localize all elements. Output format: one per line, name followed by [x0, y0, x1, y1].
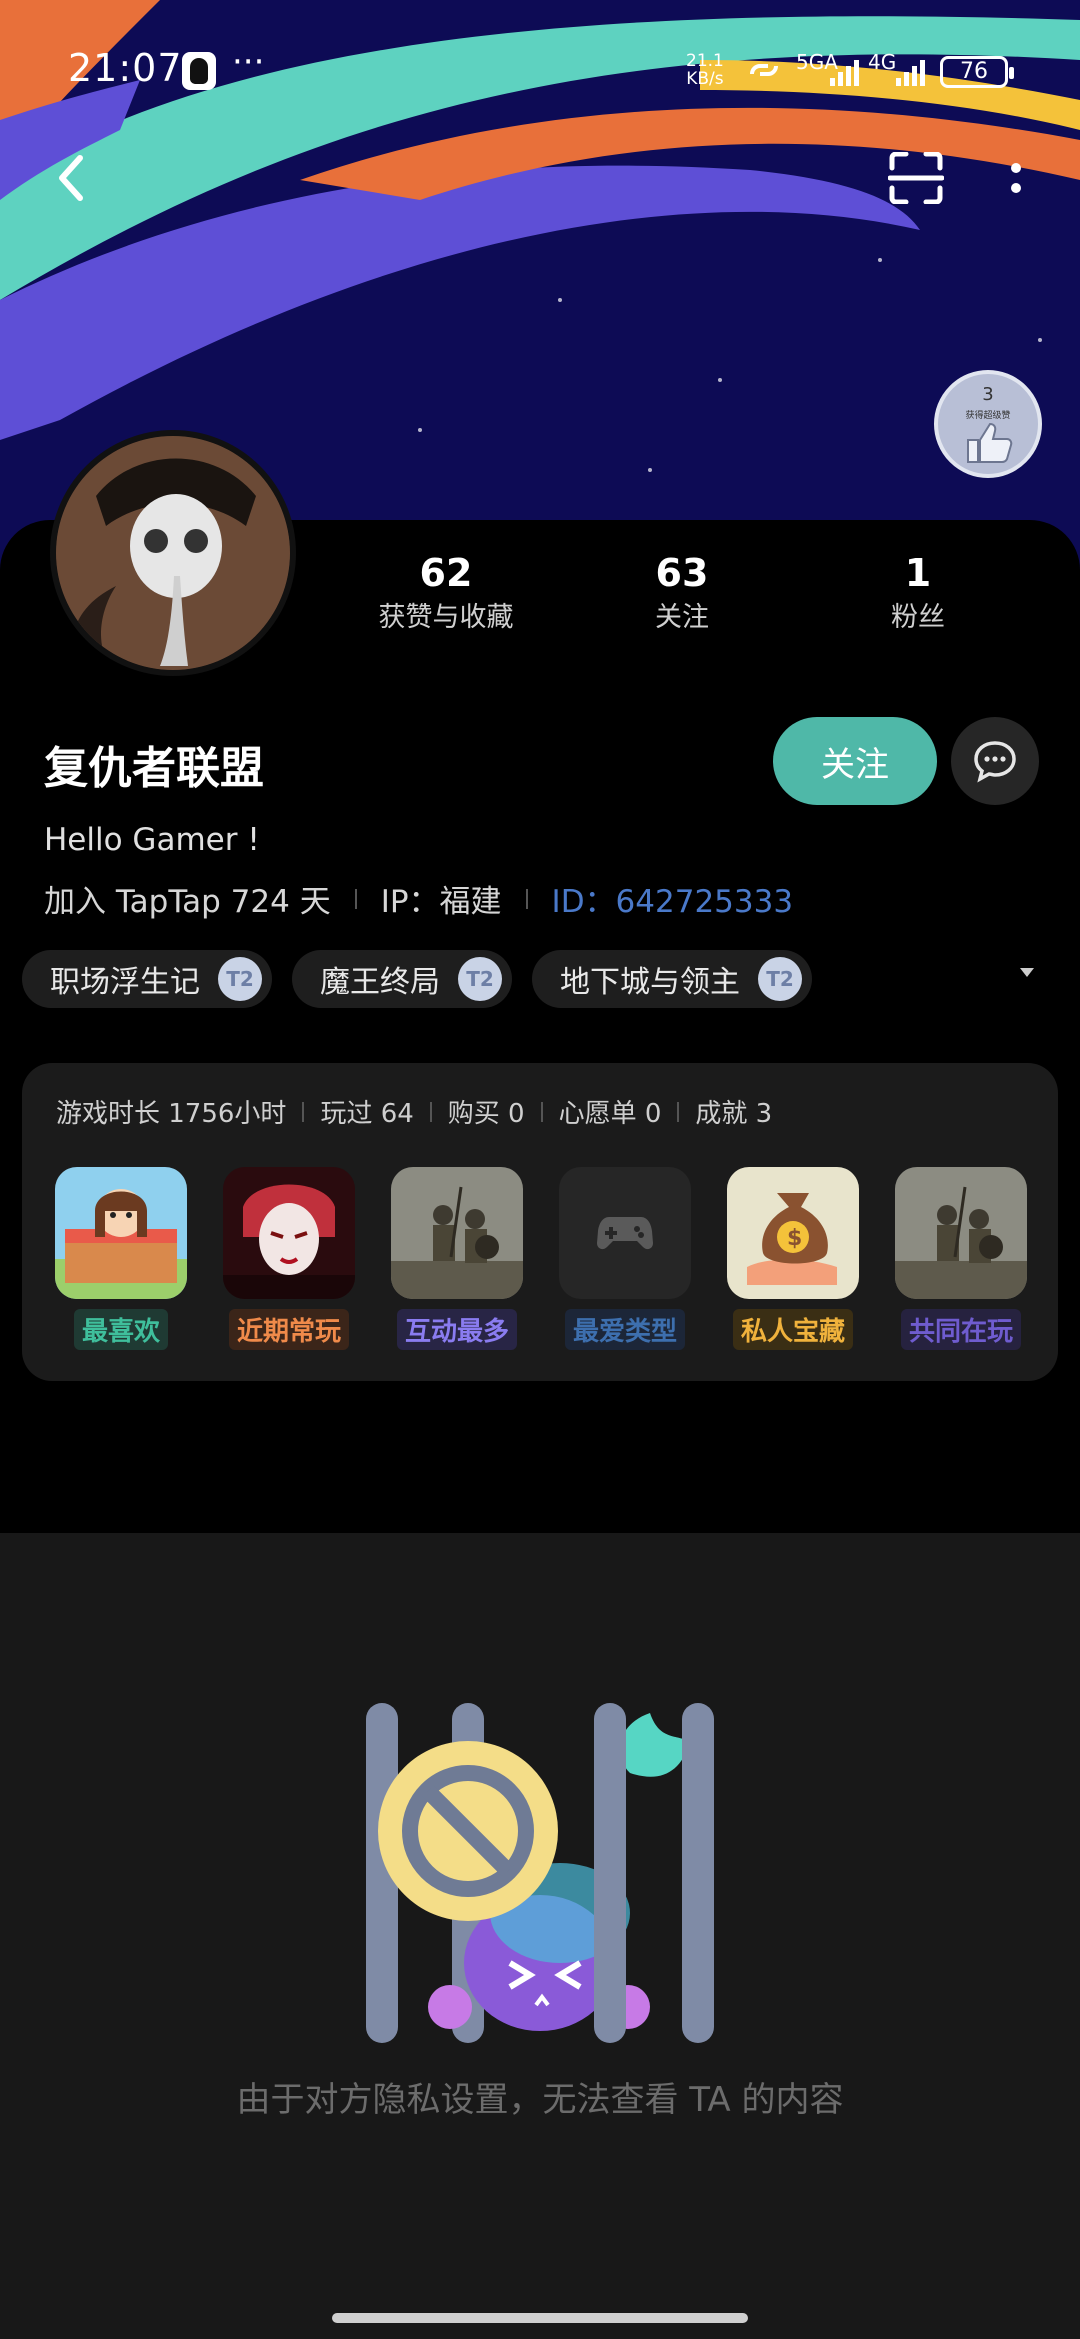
vertical-dots-icon [1011, 163, 1021, 193]
stat-likes-label: 获赞与收藏 [378, 602, 514, 633]
meta-divider [525, 888, 528, 909]
game-label: 最爱类型 [564, 1309, 685, 1350]
network-speed: 21.1 KB/s [686, 52, 724, 88]
game-label: 近期常玩 [228, 1309, 349, 1350]
user-bio: Hello Gamer ! [44, 822, 260, 858]
gamepad-icon [559, 1167, 691, 1299]
stat-likes-value: 62 [419, 551, 473, 595]
tag-label: 职场浮生记 [50, 965, 200, 1000]
money-bag-icon: $ [727, 1167, 859, 1299]
achievements-count[interactable]: 成就 3 [695, 1093, 772, 1130]
stats-divider [677, 1101, 680, 1122]
stat-followers-value: 1 [904, 551, 932, 595]
game-favorite-genre[interactable]: 最爱类型 [559, 1167, 691, 1350]
thumbs-up-icon [967, 422, 1013, 463]
status-time: 21:07 [68, 46, 183, 90]
status-bar: 21:07 ··· 21.1 KB/s 5GA 4G 76 [0, 36, 1080, 106]
status-more-dots: ··· [232, 42, 265, 82]
tag-label: 魔王终局 [320, 965, 440, 1000]
back-button[interactable] [40, 148, 100, 208]
expand-tags-icon[interactable] [1018, 966, 1036, 980]
joined-days: 加入 TapTap 724 天 [44, 884, 331, 920]
stats-divider [429, 1101, 432, 1122]
game-stats-summary: 游戏时长 1756小时 玩过 64 购买 0 心愿单 0 成就 3 [56, 1093, 772, 1130]
stat-likes[interactable]: 62 获赞与收藏 [336, 548, 556, 638]
game-label: 共同在玩 [900, 1309, 1021, 1350]
game-interactive[interactable]: 互动最多 [391, 1167, 523, 1350]
meta-divider [354, 888, 357, 909]
medal-number: 3 [982, 384, 994, 405]
link-icon [750, 64, 778, 76]
avatar-image [56, 436, 290, 670]
network-speed-unit: KB/s [686, 69, 724, 89]
user-id[interactable]: ID：642725333 [552, 876, 794, 921]
home-indicator[interactable] [332, 2313, 748, 2323]
wishlist-count[interactable]: 心愿单 0 [559, 1093, 662, 1130]
more-menu-button[interactable] [996, 148, 1036, 208]
svg-text:$: $ [787, 1226, 802, 1251]
game-highlights: 最喜欢 近期常玩 互动最多 最爱类型 $ 私人宝藏 共同在玩 [55, 1167, 1027, 1350]
stat-followers[interactable]: 1 粉丝 [808, 548, 1028, 638]
tag-label: 地下城与领主 [560, 965, 740, 1000]
chevron-left-icon [59, 155, 83, 201]
user-avatar[interactable] [50, 430, 296, 676]
game-icon-soldiers-2 [895, 1167, 1027, 1299]
game-favorite[interactable]: 最喜欢 [55, 1167, 187, 1350]
t2-badge-icon: T2 [218, 957, 262, 1001]
privacy-message: 由于对方隐私设置，无法查看 TA 的内容 [236, 2080, 844, 2120]
bought-count[interactable]: 购买 0 [448, 1093, 525, 1130]
game-icon-shopkeeper [55, 1167, 187, 1299]
played-count[interactable]: 玩过 64 [320, 1093, 413, 1130]
stat-following-value: 63 [655, 551, 709, 595]
signal-bars-icon [830, 60, 859, 86]
profile-meta: 加入 TapTap 724 天 IP：福建 ID：642725333 [44, 876, 793, 921]
chat-bubble-icon [974, 741, 1016, 783]
game-tags: 职场浮生记 T2 魔王终局 T2 地下城与领主 T2 [22, 950, 812, 1008]
network-speed-value: 21.1 [686, 51, 724, 71]
game-icon-paper-bride [223, 1167, 355, 1299]
stat-following-label: 关注 [655, 602, 709, 633]
tag-item[interactable]: 魔王终局 T2 [292, 950, 512, 1008]
game-recent[interactable]: 近期常玩 [223, 1167, 355, 1350]
message-button[interactable] [951, 717, 1039, 805]
game-stats-panel: 游戏时长 1756小时 玩过 64 购买 0 心愿单 0 成就 3 最喜欢 近期… [22, 1063, 1058, 1381]
game-playing-together[interactable]: 共同在玩 [895, 1167, 1027, 1350]
private-content-section [0, 1533, 1080, 2339]
stats-divider [302, 1101, 305, 1122]
follow-button[interactable]: 关注 [773, 717, 937, 805]
game-icon-soldiers [391, 1167, 523, 1299]
game-label: 互动最多 [396, 1309, 517, 1350]
qq-notification-icon [182, 52, 216, 90]
game-private-treasure[interactable]: $ 私人宝藏 [727, 1167, 859, 1350]
medal-badge[interactable]: 3 获得超级赞 [934, 370, 1042, 478]
tag-item[interactable]: 地下城与领主 T2 [532, 950, 812, 1008]
privacy-lock-illustration [366, 1703, 714, 2043]
stats-divider [540, 1101, 543, 1122]
username: 复仇者联盟 [44, 743, 264, 794]
game-label: 最喜欢 [73, 1309, 168, 1350]
signal-bars-icon-2 [896, 60, 925, 86]
stat-followers-label: 粉丝 [891, 602, 945, 633]
stat-following[interactable]: 63 关注 [572, 548, 792, 638]
playtime: 游戏时长 1756小时 [56, 1099, 287, 1129]
ip-location: IP：福建 [380, 884, 502, 920]
battery-indicator: 76 [940, 56, 1014, 88]
scan-button[interactable] [884, 148, 948, 208]
scan-icon [888, 152, 944, 204]
t2-badge-icon: T2 [758, 957, 802, 1001]
t2-badge-icon: T2 [458, 957, 502, 1001]
tag-item[interactable]: 职场浮生记 T2 [22, 950, 272, 1008]
game-label: 私人宝藏 [732, 1309, 853, 1350]
signal-4g-label: 4G [868, 50, 897, 74]
